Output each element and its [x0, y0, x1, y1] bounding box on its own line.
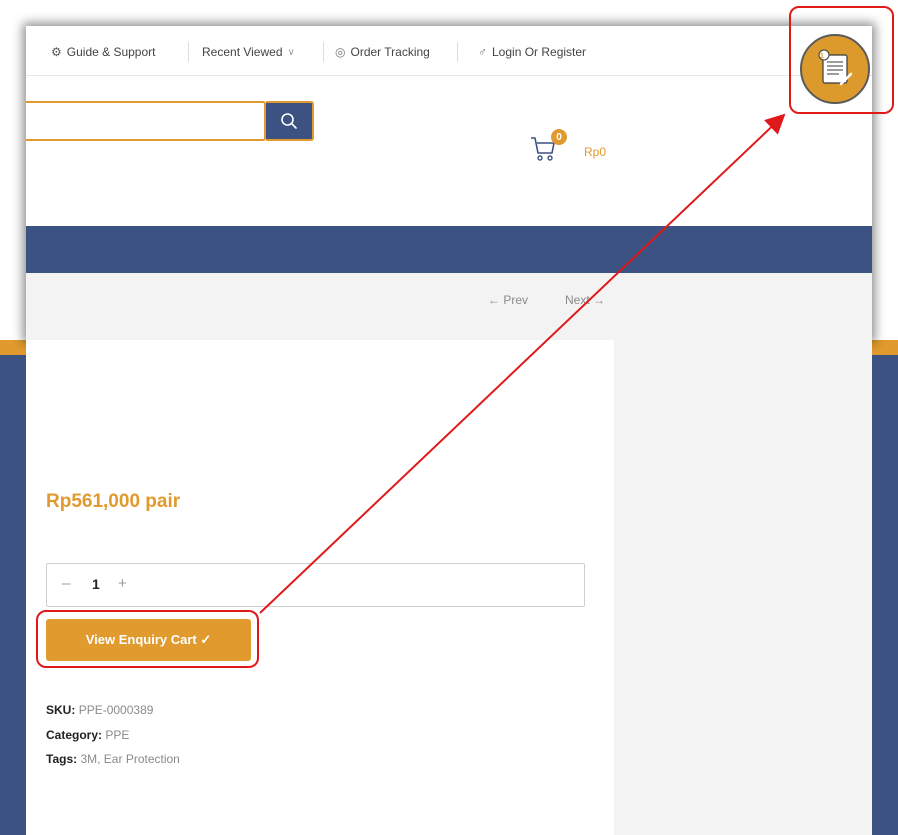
order-tracking-link[interactable]: ◎ Order Tracking: [335, 45, 430, 59]
sku-label: SKU:: [46, 703, 76, 717]
sku-line: SKU: PPE-0000389: [46, 703, 153, 717]
main-navigation-bar: [26, 226, 872, 273]
breadcrumb-bar: [26, 273, 872, 340]
guide-support-link[interactable]: ⚙ Guide & Support: [51, 45, 156, 59]
login-register-label: Login Or Register: [492, 45, 587, 59]
sidebar-panel: [614, 340, 872, 835]
product-price: Rp561,000 pair: [46, 491, 181, 512]
decrease-quantity-button[interactable]: –: [62, 575, 70, 592]
user-icon: ♂: [478, 45, 487, 59]
order-tracking-label: Order Tracking: [350, 45, 430, 59]
cart-total: Rp0: [584, 145, 607, 159]
recent-viewed-dropdown[interactable]: Recent Viewed ∨: [202, 45, 295, 59]
gear-icon: ⚙: [51, 45, 62, 59]
next-product-link[interactable]: Next →: [565, 293, 605, 307]
recent-viewed-label: Recent Viewed: [202, 45, 283, 59]
cart-count-badge: 0: [551, 129, 567, 145]
search-input[interactable]: [26, 101, 266, 141]
category-value[interactable]: PPE: [105, 728, 129, 742]
increase-quantity-button[interactable]: +: [118, 575, 127, 592]
guide-support-label: Guide & Support: [66, 45, 156, 59]
tags-value[interactable]: 3M, Ear Protection: [80, 752, 179, 766]
login-register-link[interactable]: ♂ Login Or Register: [478, 45, 586, 59]
search-icon: [281, 113, 297, 129]
sku-value: PPE-0000389: [78, 703, 154, 717]
divider: [323, 42, 324, 62]
category-label: Category:: [46, 728, 103, 742]
highlight-box-float-button: [789, 6, 894, 114]
search-button[interactable]: [266, 101, 314, 141]
top-bar: ⚙ Guide & Support Recent Viewed ∨ ◎ Orde…: [26, 26, 872, 76]
header-window: ⚙ Guide & Support Recent Viewed ∨ ◎ Orde…: [26, 26, 872, 340]
prev-product-link[interactable]: ← Prev: [488, 293, 528, 307]
divider: [457, 42, 458, 62]
highlight-box-cta: [36, 610, 259, 668]
quantity-stepper[interactable]: – 1 +: [46, 563, 585, 607]
tags-line: Tags: 3M, Ear Protection: [46, 752, 180, 766]
divider: [188, 42, 189, 62]
quantity-value[interactable]: 1: [92, 576, 100, 592]
tags-label: Tags:: [46, 752, 78, 766]
target-icon: ◎: [335, 45, 346, 59]
chevron-down-icon: ∨: [287, 46, 295, 58]
category-line: Category: PPE: [46, 728, 129, 742]
